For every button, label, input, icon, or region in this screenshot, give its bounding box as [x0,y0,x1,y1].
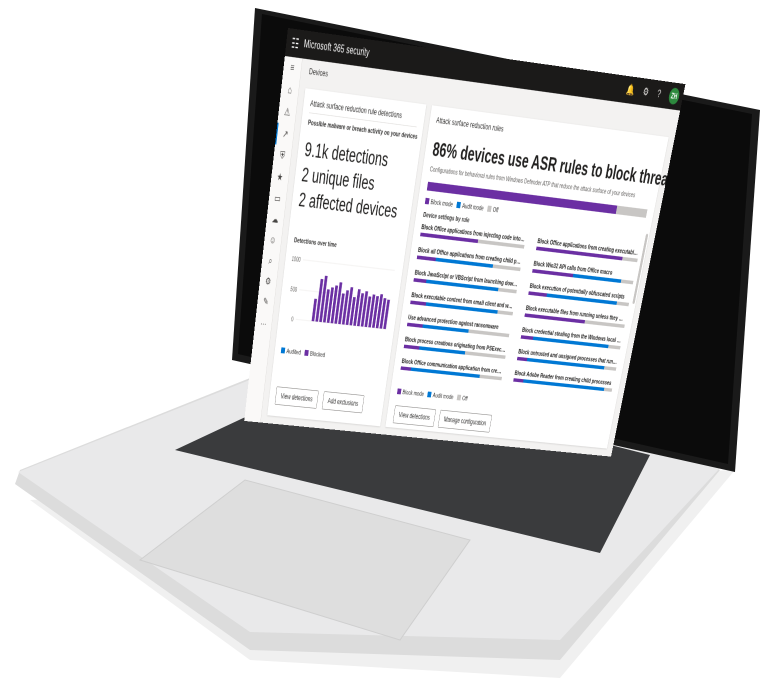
off-swatch [487,205,492,213]
rule-row[interactable]: Use advanced protection against ransomwa… [406,314,511,338]
topbar-actions: 🔔 ⚙ ? ZH [625,81,685,106]
app-title: Microsoft 365 security [303,38,371,59]
legend-audit: Audit mode [456,201,485,213]
rule-row[interactable]: Block process creations originating from… [403,336,507,359]
block-swatch [424,197,430,205]
rule-row[interactable]: Block executable files from running unle… [524,305,627,329]
device-icon[interactable]: ▭ [268,187,287,210]
stat-devices: 2 affected devices [297,188,399,223]
block-segment [403,344,420,350]
rule-row[interactable]: Block Adobe Reader from creating child p… [513,370,614,392]
detections-chart: 1000 500 0 [290,257,400,358]
bell-icon[interactable]: 🔔 [625,83,635,97]
card-title: Attack surface reduction rules [435,115,505,134]
legend-audit: Audit mode [427,391,454,401]
shield-icon[interactable]: ⛨ [273,144,292,168]
card-title: Attack surface reduction rule detections [309,98,403,121]
gridline [303,260,395,271]
legend-blocked: Blocked [304,349,326,359]
rule-row[interactable]: Block Office communication application f… [400,358,503,381]
block-segment [400,366,412,371]
app-screen: ☷ Microsoft 365 security 🔔 ⚙ ? ZH ≡ ⌂ ⚠ … [244,28,686,457]
edit-icon[interactable]: ✎ [256,291,275,313]
view-detections-button[interactable]: View detections [392,405,437,428]
home-icon[interactable]: ⌂ [280,78,300,102]
rule-row[interactable]: Block all Office applications from creat… [416,246,522,272]
legend-label: Off [492,206,499,215]
legend-label: Block mode [401,388,425,398]
laptop-scene: ☷ Microsoft 365 security 🔔 ⚙ ? ZH ≡ ⌂ ⚠ … [0,0,776,678]
rule-row[interactable]: Block Office applications from creating … [535,238,640,263]
legend-label: Blocked [309,350,326,359]
rule-row[interactable]: Block untrusted and unsigned processes t… [516,348,618,371]
rule-row[interactable]: Block JavaScript or VBScript from launch… [413,269,518,294]
block-swatch [396,388,402,395]
rule-row[interactable]: Block Win32 API calls from Office macro [532,260,635,285]
help-icon[interactable]: ? [656,87,662,100]
rule-row[interactable]: Block executable content from email clie… [410,292,515,316]
people-icon[interactable]: ☺ [263,230,282,253]
legend-label: Audited [286,347,302,357]
legend-label: Audit mode [432,392,454,401]
rule-row[interactable]: Block Office applications from injecting… [420,223,526,249]
trophy-icon[interactable]: ★ [270,166,289,189]
ytick-label: 500 [290,287,297,294]
block-segment [410,300,427,306]
audit-swatch [456,201,462,209]
cloud-icon[interactable]: ☁ [266,209,285,232]
legend-label: Off [461,395,469,403]
mode-legend: Block mode Audit mode Off [424,197,499,215]
legend-block: Block mode [424,197,454,209]
chart-icon[interactable]: ↗ [275,122,295,147]
breadcrumb[interactable]: Devices [309,66,329,78]
manage-configuration-button[interactable]: Manage configuration [437,409,493,433]
view-detections-button[interactable]: View detections [274,386,319,409]
legend-block: Block mode [396,388,425,398]
legend-audited: Audited [280,347,302,357]
more-icon[interactable]: … [254,311,273,333]
overall-bar [426,181,648,218]
block-segment [406,322,423,328]
audit-swatch [427,391,432,398]
legend-label: Block mode [430,198,454,209]
hamburger-icon[interactable]: ≡ [282,56,302,81]
settings-icon[interactable]: ⚙ [259,271,278,293]
legend-off: Off [456,394,469,403]
rule-row[interactable]: Block execution of potentially obfuscate… [528,283,631,307]
ytick-label: 1000 [291,257,300,264]
mode-legend-bottom: Block mode Audit mode Off [396,388,469,403]
rule-row[interactable]: Block credential stealing from the Windo… [520,327,622,350]
block-segment [413,278,427,284]
card-subtitle: Possible malware or breach activity on y… [307,118,418,141]
audited-swatch [280,347,286,354]
waffle-icon[interactable]: ☷ [285,28,306,58]
off-swatch [456,394,462,401]
legend-off: Off [487,205,499,215]
avatar[interactable]: ZH [667,87,681,106]
blocked-swatch [304,349,309,357]
section-label: Device settings by rule [422,211,471,225]
legend-label: Audit mode [461,202,485,213]
ytick-label: 0 [291,317,294,323]
block-segment [520,335,534,340]
alert-icon[interactable]: ⚠ [277,101,297,125]
add-exclusions-button[interactable]: Add exclusions [321,391,365,414]
gear-icon[interactable]: ⚙ [642,85,650,98]
block-segment [528,291,548,297]
block-segment [416,255,437,262]
search-icon[interactable]: ⌕ [261,250,280,272]
